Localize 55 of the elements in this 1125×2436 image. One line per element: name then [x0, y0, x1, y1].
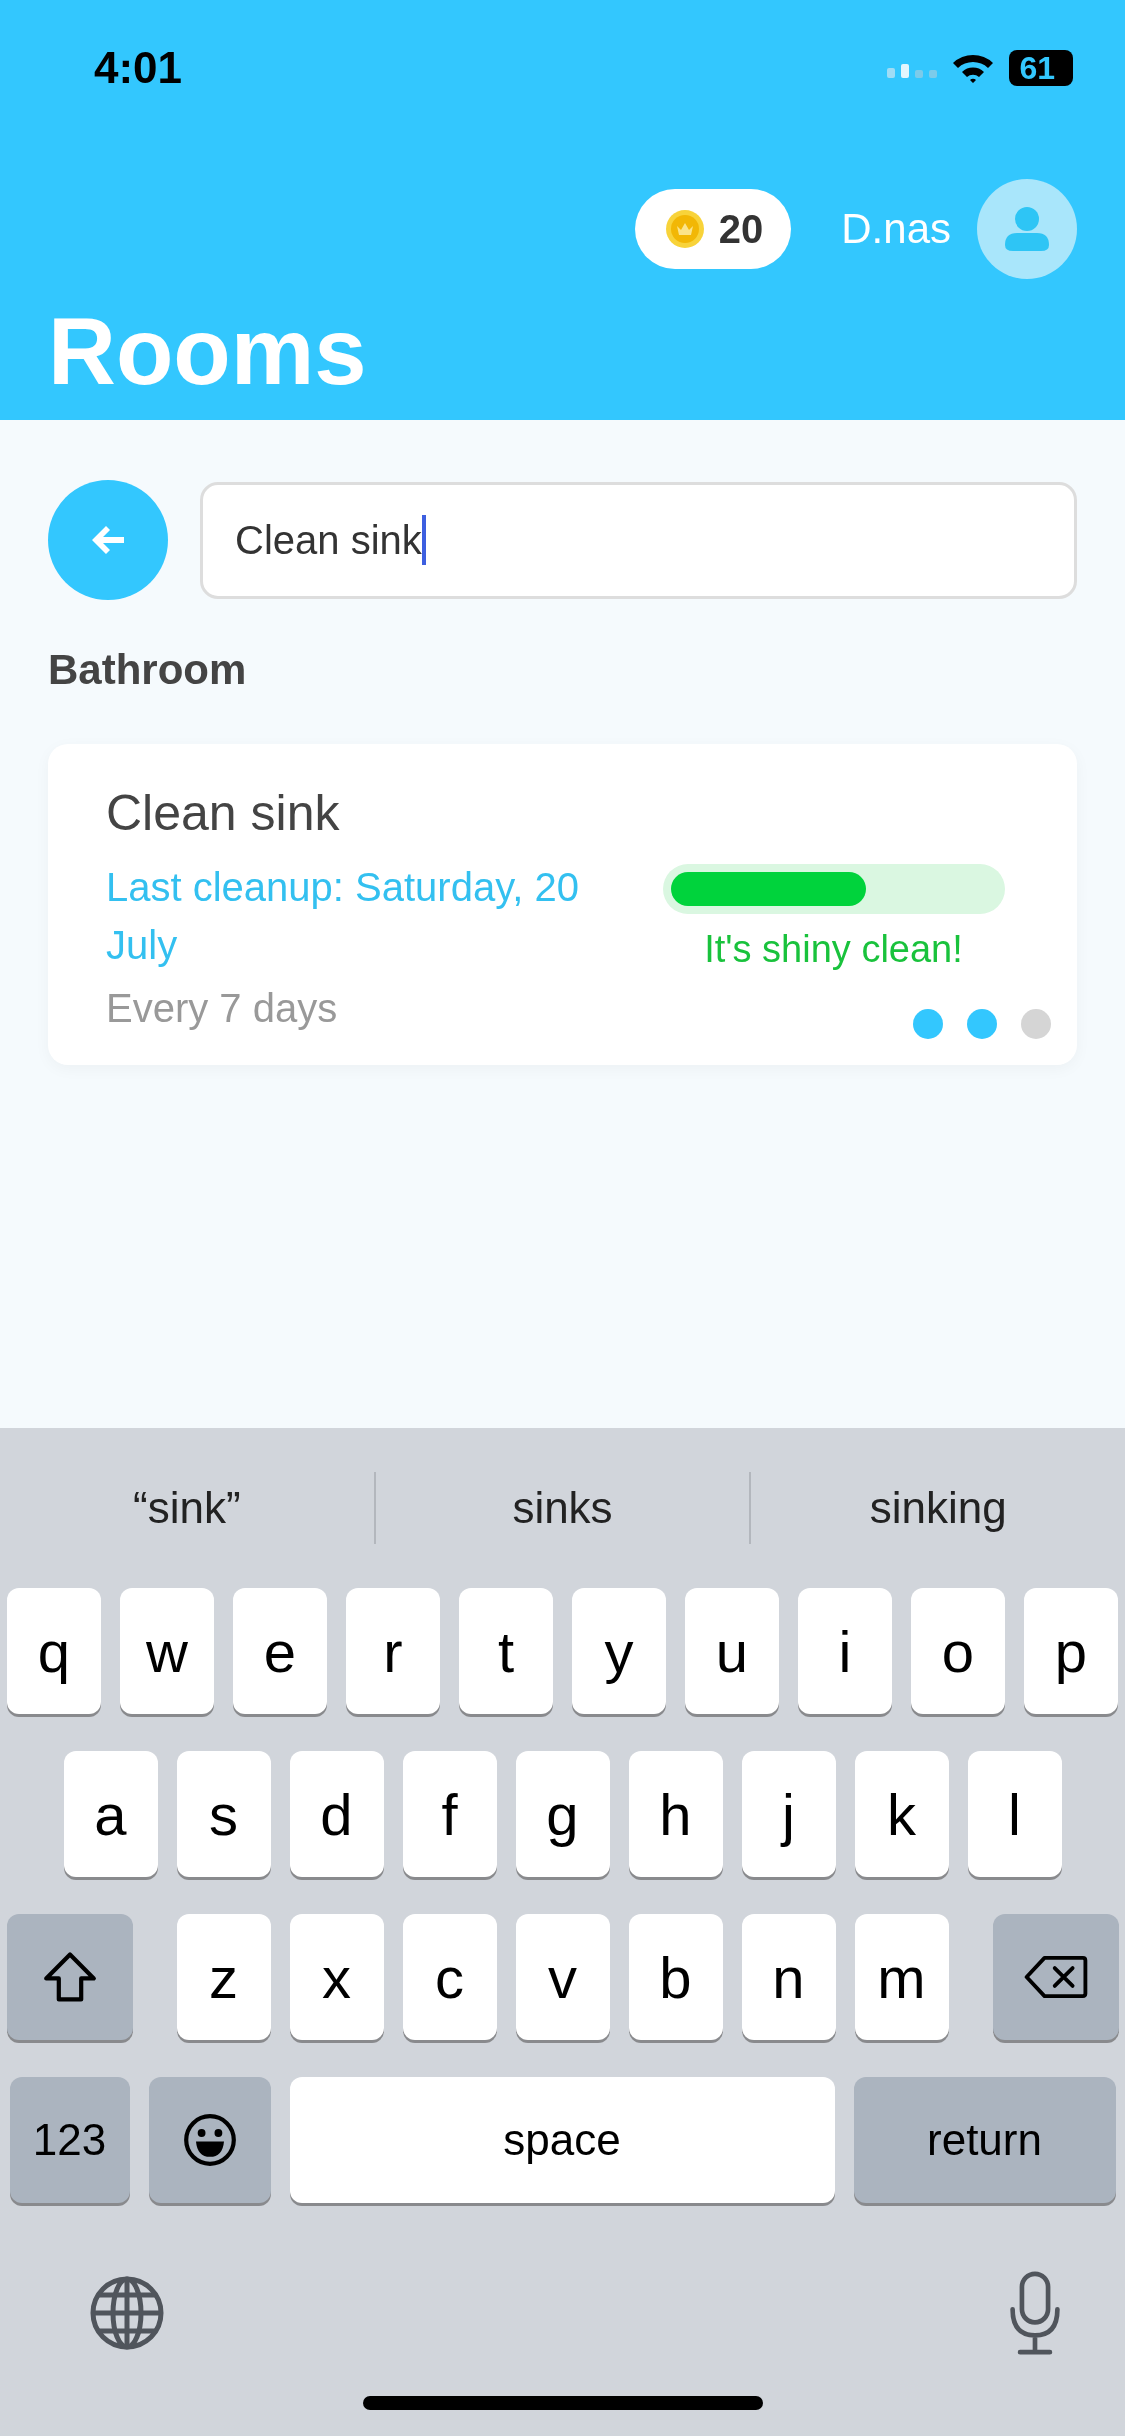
keyboard-key[interactable]: e [233, 1588, 327, 1714]
emoji-key[interactable] [148, 2077, 271, 2203]
emoji-icon [181, 2112, 238, 2168]
keyboard-key[interactable]: g [515, 1751, 610, 1877]
keyboard-key[interactable]: a [63, 1751, 158, 1877]
keyboard-key[interactable]: x [289, 1914, 384, 2040]
keyboard-key[interactable]: c [402, 1914, 497, 2040]
word-suggestion[interactable]: sinks [375, 1483, 750, 1533]
coin-icon [664, 209, 705, 249]
user-name: D.nas [841, 205, 951, 253]
numbers-key[interactable]: 123 [9, 2077, 130, 2203]
keyboard-key[interactable]: m [854, 1914, 949, 2040]
keyboard-key[interactable]: h [628, 1751, 723, 1877]
coin-counter[interactable]: 20 [634, 189, 792, 269]
space-key[interactable]: space [289, 2077, 835, 2203]
keyboard-key[interactable]: d [289, 1751, 384, 1877]
keyboard-key[interactable]: y [572, 1588, 666, 1714]
return-key[interactable]: return [853, 2077, 1116, 2203]
coin-count: 20 [718, 206, 764, 252]
keyboard-key[interactable]: w [120, 1588, 214, 1714]
section-heading: Bathroom [48, 646, 248, 694]
keyboard-key[interactable]: k [854, 1751, 949, 1877]
wifi-icon [951, 52, 996, 84]
keyboard-key[interactable]: j [741, 1751, 836, 1877]
keyboard-key[interactable]: p [1024, 1588, 1118, 1714]
keyboard-key[interactable]: i [798, 1588, 892, 1714]
keyboard-key[interactable]: r [346, 1588, 440, 1714]
shift-key[interactable] [6, 1914, 133, 2040]
word-suggestion[interactable]: sinking [751, 1483, 1125, 1533]
delete-key[interactable] [992, 1914, 1119, 2040]
keyboard-key[interactable]: f [402, 1751, 497, 1877]
keyboard-key[interactable]: b [628, 1914, 723, 2040]
keyboard-key[interactable]: v [515, 1914, 610, 2040]
keyboard-key[interactable]: u [685, 1588, 779, 1714]
keyboard-key[interactable]: z [176, 1914, 271, 2040]
keyboard-key[interactable]: t [459, 1588, 553, 1714]
keyboard-key[interactable]: n [741, 1914, 836, 2040]
text-cursor [421, 515, 426, 565]
last-cleanup: Last cleanup: Saturday, 20 July [106, 864, 580, 969]
search-field[interactable]: Clean sink [200, 481, 1077, 599]
word-suggestion[interactable]: “sink” [0, 1483, 374, 1533]
keyboard-key[interactable]: l [967, 1751, 1062, 1877]
page-title: Rooms [48, 298, 368, 406]
keyboard-key[interactable]: s [176, 1751, 271, 1877]
task-card[interactable]: Clean sink Last cleanup: Saturday, 20 July Every 7 days It's shiny clean! [48, 744, 1077, 1065]
keyboard-key[interactable]: o [911, 1588, 1005, 1714]
task-title: Clean sink [106, 784, 341, 842]
shift-icon [41, 1949, 98, 2005]
backspace-icon [1023, 1954, 1088, 2000]
microphone-icon[interactable] [1007, 2270, 1063, 2356]
keyboard-key[interactable]: q [7, 1588, 101, 1714]
status-text: It's shiny clean! [704, 928, 963, 971]
status-time: 4:01 [93, 43, 183, 93]
task-frequency: Every 7 days [106, 986, 339, 1031]
battery-indicator: 61 [1009, 50, 1073, 86]
